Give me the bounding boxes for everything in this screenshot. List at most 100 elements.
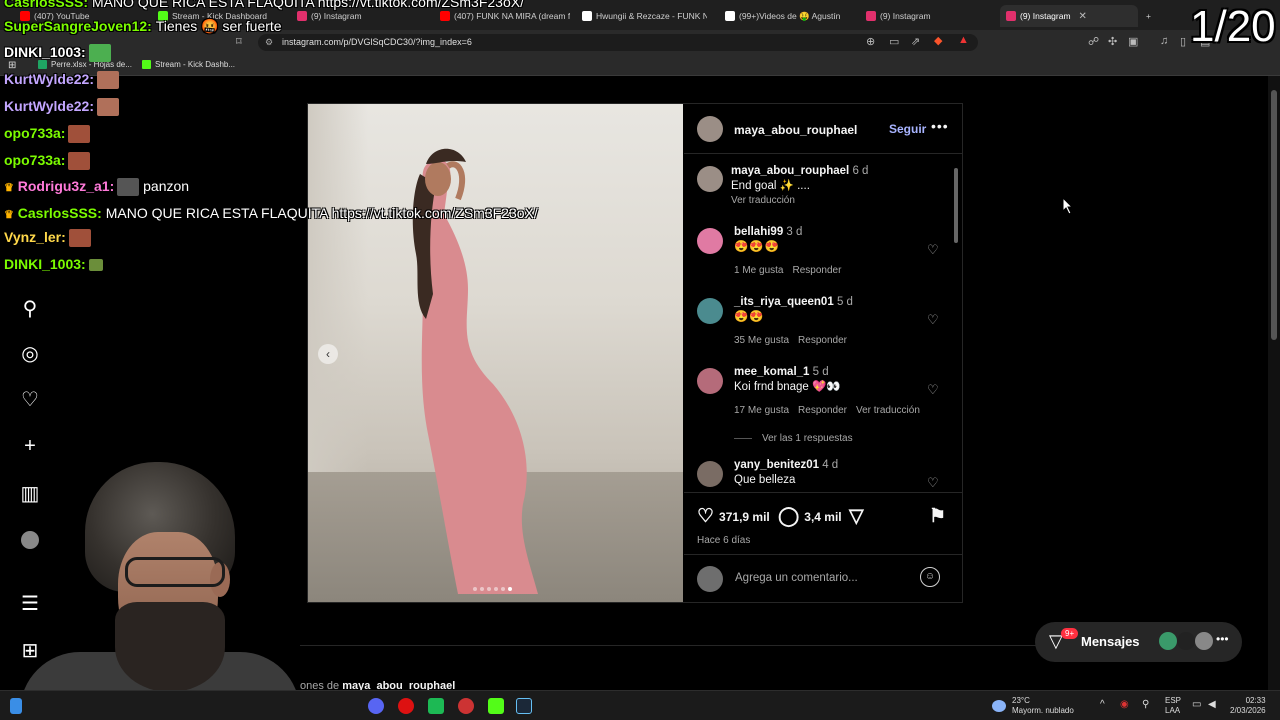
search-icon[interactable]: ⚲ <box>18 296 42 320</box>
messages-button[interactable]: ▽ 9+ Mensajes ••• <box>1035 622 1242 662</box>
author-avatar[interactable] <box>697 116 723 142</box>
emote <box>96 98 119 117</box>
carousel-dots <box>473 587 512 591</box>
translate-link[interactable]: Ver traducción <box>856 405 920 416</box>
brave-shield-icon[interactable]: ◆ <box>934 34 942 47</box>
browser-tab[interactable]: Hwungii & Rezcaze - FUNK NA <box>582 5 707 27</box>
screenshot-icon[interactable]: ▣ <box>1128 35 1138 48</box>
reply-link[interactable]: Responder <box>792 265 841 276</box>
start-icon[interactable] <box>10 698 22 714</box>
weather-widget[interactable]: 23°C Mayorm. nublado <box>1012 696 1074 716</box>
opera-icon[interactable] <box>398 698 414 714</box>
tray-app-icon[interactable]: ◉ <box>1120 700 1129 710</box>
comment-username[interactable]: maya_abou_rouphael <box>731 165 849 177</box>
like-button[interactable]: ♡ 371,9 mil <box>697 505 770 528</box>
beard <box>115 602 225 692</box>
page-scrollbar[interactable] <box>1268 76 1280 690</box>
explore-icon[interactable]: ◎ <box>18 341 42 365</box>
comment-time: 6 d <box>852 165 869 177</box>
author-username[interactable]: maya_abou_rouphael <box>734 123 857 137</box>
commenter-avatar[interactable] <box>697 461 723 487</box>
zoom-icon[interactable]: ⊕ <box>866 35 875 48</box>
avatar <box>1177 632 1195 650</box>
cast-icon[interactable]: ▭ <box>889 35 899 48</box>
vpn-icon[interactable]: ☍ <box>1088 35 1099 48</box>
site-info-icon[interactable]: ⚙ <box>265 34 273 51</box>
obs-icon[interactable] <box>458 698 474 714</box>
comment-username[interactable]: _its_riya_queen01 <box>734 296 834 308</box>
comment-time: 5 d <box>836 296 853 308</box>
scrollbar-thumb[interactable] <box>1271 90 1277 340</box>
translate-link[interactable]: Ver traducción <box>731 195 795 206</box>
emoji-icon[interactable]: ☺ <box>920 567 940 587</box>
post-image[interactable]: ‹ <box>308 104 683 602</box>
follow-button[interactable]: Seguir <box>889 122 926 136</box>
chevron-up-icon[interactable]: ^ <box>1100 700 1105 710</box>
chat-message: DINKI_1003: <box>4 44 111 63</box>
browser-tab-active[interactable]: (9) Instagram ✕ <box>1000 5 1138 27</box>
reply-link[interactable]: Responder <box>798 335 847 346</box>
commenter-avatar[interactable] <box>697 298 723 324</box>
commenter-avatar[interactable] <box>697 368 723 394</box>
app-icon[interactable] <box>428 698 444 714</box>
youtube-icon <box>440 11 450 21</box>
browser-tab[interactable]: (99+)Videos de 🤑 Agustín <box>725 5 855 27</box>
like-comment-icon[interactable]: ♡ <box>927 242 939 258</box>
chat-text: MANO QUE RICA ESTA FLAQUITA https://vt.t… <box>105 205 538 221</box>
more-options-icon[interactable]: ••• <box>931 118 949 134</box>
notifications-heart-icon[interactable]: ♡ <box>18 387 42 411</box>
scrollbar-thumb[interactable] <box>954 168 958 243</box>
chat-text: MANO QUE RICA ESTA FLAQUITA https://vt.t… <box>91 0 524 10</box>
brave-rewards-icon[interactable]: ▲ <box>958 34 969 46</box>
previous-image-button[interactable]: ‹ <box>318 344 338 364</box>
chat-username: opo733a: <box>4 152 66 168</box>
chat-username: Rodrigu3z_a1: <box>17 178 115 194</box>
add-comment-bar: Agrega un comentario... ☺ <box>684 554 962 602</box>
save-button[interactable]: ⚑ <box>929 505 951 528</box>
chat-message: CasrlosSSS: MANO QUE RICA ESTA FLAQUITA … <box>4 0 524 10</box>
extensions-icon[interactable]: ✣ <box>1108 35 1117 48</box>
chat-username: DINKI_1003: <box>4 44 86 60</box>
sidebar-icon[interactable]: ▯ <box>1180 35 1186 48</box>
comments-count: 3,4 mil <box>804 509 842 524</box>
chat-username: opo733a: <box>4 125 66 141</box>
bookmark-icon: ⚑ <box>929 506 947 527</box>
microphone-icon[interactable]: ⚲ <box>1142 700 1149 710</box>
chat-message: opo733a: <box>4 125 91 144</box>
create-icon[interactable]: + <box>18 434 42 458</box>
comment-likes[interactable]: 1 Me gusta <box>734 265 783 276</box>
like-comment-icon[interactable]: ♡ <box>927 475 939 490</box>
comment-icon: ◯ <box>778 506 800 527</box>
like-comment-icon[interactable]: ♡ <box>927 312 939 328</box>
share-icon[interactable]: ⇗ <box>911 35 920 48</box>
view-replies[interactable]: Ver las 1 respuestas <box>734 433 862 444</box>
bookmark-icon[interactable]: ⌑ <box>236 35 242 48</box>
likes-count: 371,9 mil <box>719 509 770 524</box>
comment-username[interactable]: mee_komal_1 <box>734 366 809 378</box>
comments-scrollbar[interactable] <box>952 158 960 492</box>
volume-icon[interactable]: ◀ <box>1208 700 1216 710</box>
browser-tab[interactable]: (9) Instagram <box>866 5 996 27</box>
author-avatar[interactable] <box>697 166 723 192</box>
share-button[interactable]: ▽ <box>849 505 869 528</box>
commenter-avatar[interactable] <box>697 228 723 254</box>
reply-link[interactable]: Responder <box>798 405 847 416</box>
steam-icon[interactable] <box>516 698 532 714</box>
comment-likes[interactable]: 17 Me gusta <box>734 405 789 416</box>
close-icon[interactable]: ✕ <box>1079 11 1087 22</box>
language-indicator[interactable]: ESP LAA <box>1165 696 1181 716</box>
media-icon[interactable]: ♫ <box>1160 35 1168 47</box>
comment-username[interactable]: yany_benitez01 <box>734 459 819 471</box>
like-comment-icon[interactable]: ♡ <box>927 382 939 398</box>
comment-username[interactable]: bellahi99 <box>734 226 783 238</box>
comment-likes[interactable]: 35 Me gusta <box>734 335 789 346</box>
network-icon[interactable]: ▭ <box>1192 700 1201 710</box>
add-comment-input[interactable]: Agrega un comentario... <box>735 572 858 584</box>
clock[interactable]: 02:33 2/03/2026 <box>1230 696 1266 716</box>
kick-icon[interactable] <box>488 698 504 714</box>
discord-icon[interactable] <box>368 698 384 714</box>
new-tab-button[interactable]: + <box>1146 5 1151 27</box>
avatar <box>1159 632 1177 650</box>
bookmark-item[interactable]: Stream - Kick Dashb... <box>142 60 235 69</box>
comment-button[interactable]: ◯ 3,4 mil <box>778 505 842 528</box>
